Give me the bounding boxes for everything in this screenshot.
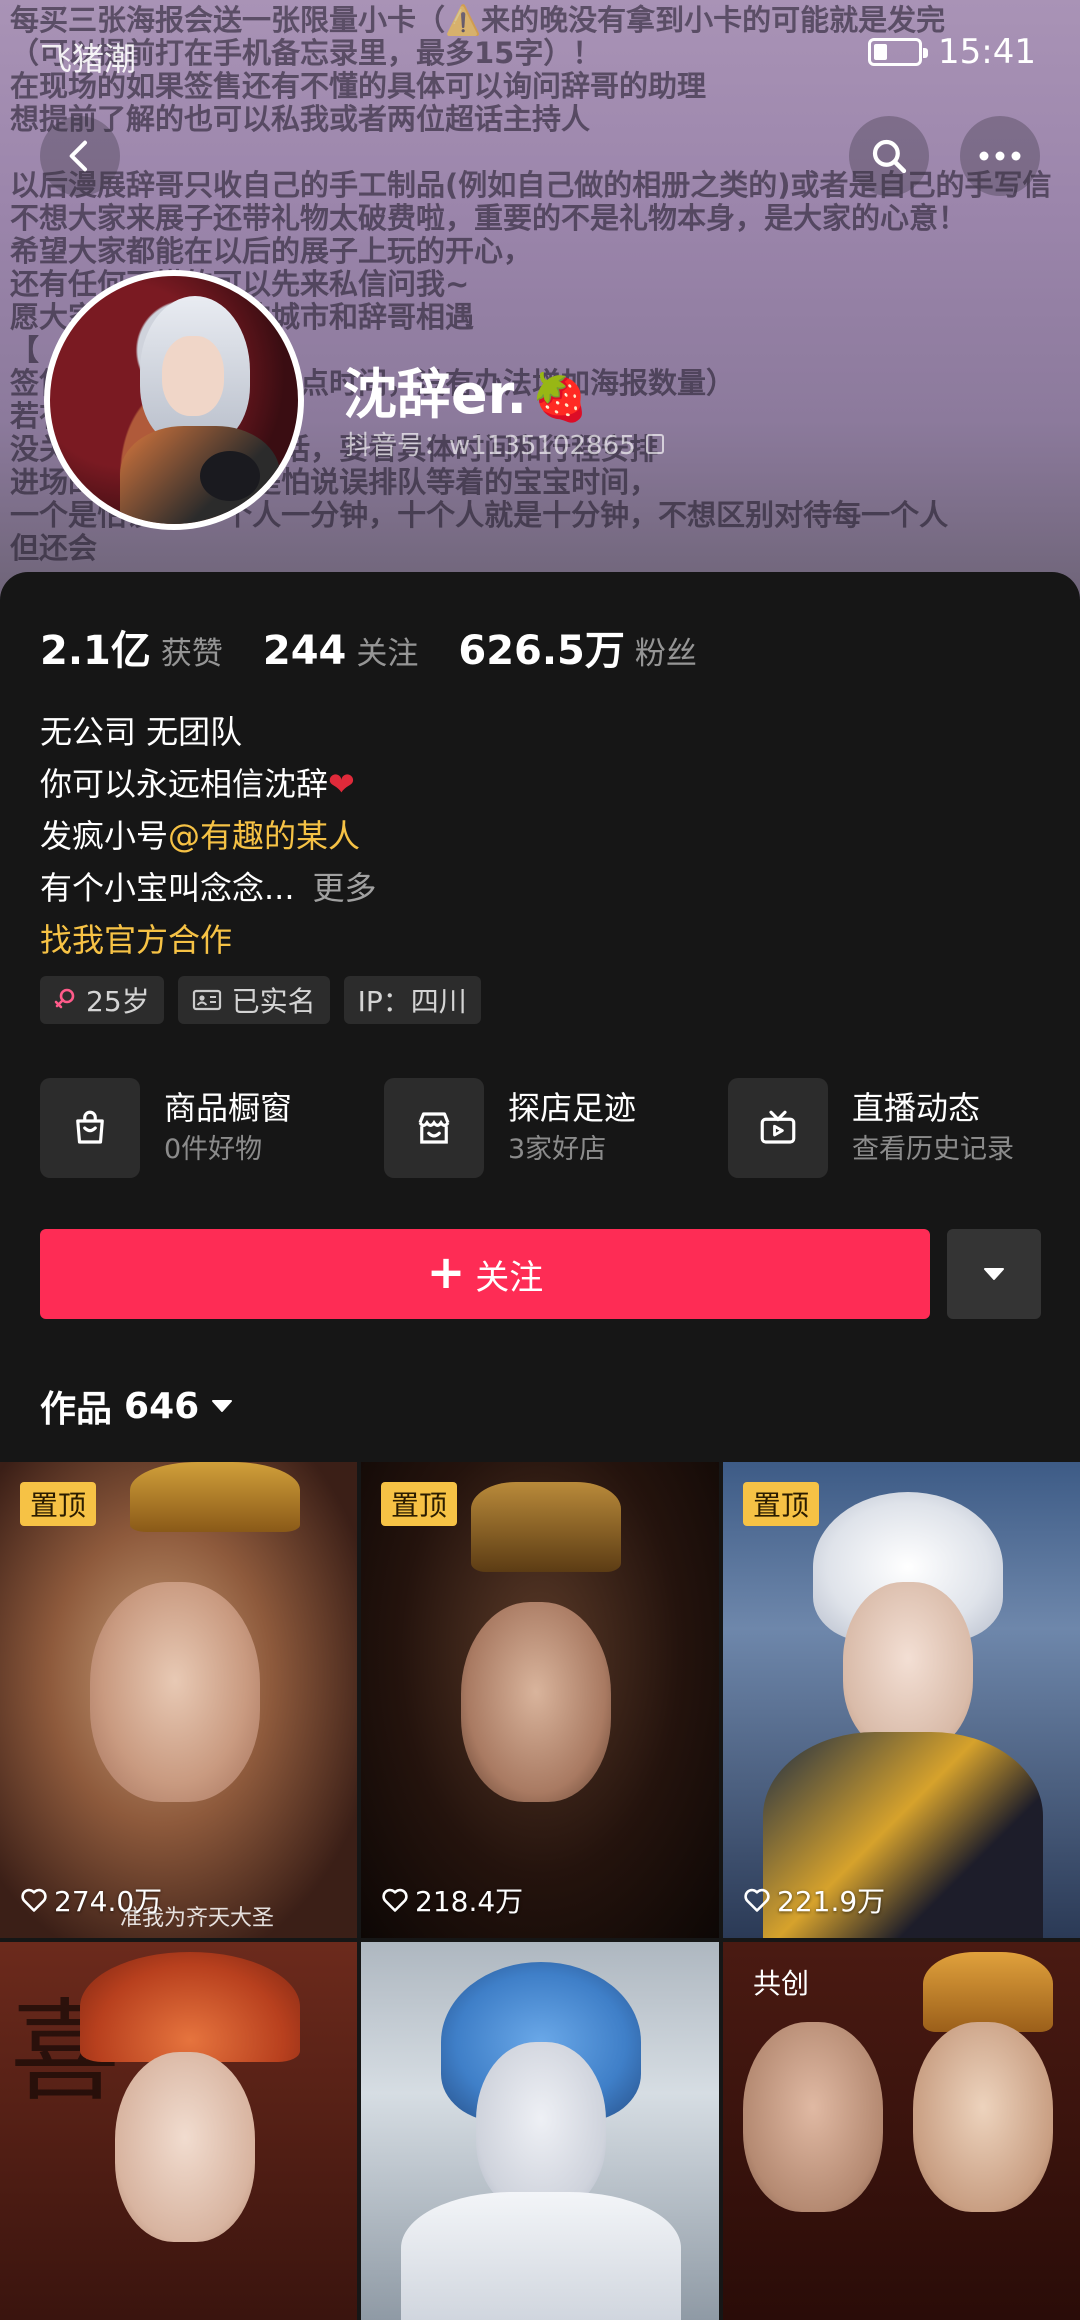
video-likes-count: 221.9万: [777, 1885, 886, 1918]
feature-store-title: 探店足迹: [508, 1089, 637, 1127]
followers-count: 626.5万: [458, 628, 625, 674]
feature-store-subtitle: 3家好店: [508, 1134, 607, 1165]
profile-banner: 每买三张海报会送一张限量小卡（⚠️来的晚没有拿到小卡的可能就是发完 （可以提前打…: [0, 0, 1080, 600]
heart-outline-icon: [382, 1888, 408, 1912]
feature-shop-title: 商品橱窗: [164, 1089, 293, 1127]
bio-line-3-text: 发疯小号: [40, 817, 169, 855]
nickname-text: 沈辞er.: [343, 363, 528, 426]
triangle-down-icon: [212, 1400, 233, 1412]
copy-icon[interactable]: [645, 433, 664, 454]
video-likes-count: 218.4万: [415, 1885, 524, 1918]
female-icon: [54, 988, 75, 1009]
recommend-dropdown-button[interactable]: [947, 1229, 1041, 1319]
bio-line-4-text: 有个小宝叫念念...: [40, 869, 295, 907]
battery-level-fill: [874, 44, 887, 60]
video-likes-count: 274.0万: [54, 1885, 163, 1918]
bio-more-link[interactable]: 更多: [313, 869, 377, 907]
search-icon: [872, 139, 907, 174]
video-thumbnail[interactable]: 置顶 218.4万: [361, 1462, 719, 1938]
tag-verified: 已实名: [177, 976, 330, 1024]
bio-line-4: 有个小宝叫念念... 更多: [40, 862, 377, 914]
works-grid: 置顶 准我为齐天大圣 274.0万 置顶 218.4万 置顶 221.9万 喜: [0, 1462, 1080, 2320]
more-options-button[interactable]: [960, 116, 1040, 196]
video-thumbnail[interactable]: 置顶 221.9万: [723, 1462, 1080, 1938]
tag-age-label: 25岁: [86, 985, 150, 1018]
feature-live-history[interactable]: 直播动态 查看历史记录: [728, 1076, 1014, 1180]
back-button[interactable]: [40, 116, 120, 196]
shopping-bag-icon: [76, 1110, 104, 1144]
video-thumbnail[interactable]: 喜: [0, 1942, 357, 2320]
pinned-badge: 置顶: [20, 1482, 97, 1526]
feature-store-icon-box: [384, 1078, 484, 1178]
video-likes: 221.9万: [743, 1880, 885, 1920]
bio-line-3: 发疯小号@有趣的某人: [40, 810, 377, 862]
feature-live-title: 直播动态: [852, 1089, 981, 1127]
video-likes: 218.4万: [381, 1880, 523, 1920]
plus-icon: +: [426, 1245, 466, 1299]
works-tab[interactable]: 作品 646: [40, 1380, 233, 1432]
followers-stat[interactable]: 626.5万 粉丝: [458, 618, 697, 676]
account-id[interactable]: 抖音号：w1135102865: [345, 425, 664, 462]
tag-age: 25岁: [40, 976, 164, 1024]
video-thumbnail[interactable]: 置顶 准我为齐天大圣 274.0万: [0, 1462, 357, 1938]
bio-line-2-text: 你可以永远相信沈辞: [40, 765, 329, 803]
mention-link[interactable]: @有趣的某人: [168, 817, 360, 855]
avatar[interactable]: [44, 270, 304, 530]
pinned-badge: 置顶: [381, 1482, 458, 1526]
account-id-text: 抖音号：w1135102865: [345, 431, 636, 461]
feature-live-subtitle: 查看历史记录: [852, 1134, 1014, 1165]
following-label: 关注: [356, 636, 419, 672]
video-likes: 274.0万: [20, 1880, 162, 1920]
bio-line-1: 无公司 无团队: [40, 713, 243, 751]
likes-count: 2.1亿: [40, 628, 151, 674]
cocreate-label: 共创: [753, 1967, 810, 2000]
feature-shop-subtitle: 0件好物: [164, 1134, 263, 1165]
works-label: 作品: [40, 1389, 113, 1430]
video-thumbnail[interactable]: [361, 1942, 719, 2320]
tv-icon: [760, 1110, 796, 1144]
more-dots-icon: [979, 151, 1021, 161]
status-carrier: 飞猪潮: [40, 40, 137, 78]
profile-stats: 2.1亿 获赞 244 关注 626.5万 粉丝: [40, 618, 737, 676]
official-cooperation-link[interactable]: 找我官方合作: [40, 914, 377, 966]
store-icon: [418, 1112, 450, 1144]
status-time: 15:41: [938, 32, 1036, 72]
heart-outline-icon: [21, 1888, 47, 1912]
profile-card: 2.1亿 获赞 244 关注 626.5万 粉丝 无公司 无团队 你可以永远相信…: [0, 572, 1080, 1472]
follow-button-label: 关注: [475, 1257, 544, 1298]
status-bar: 飞猪潮 15:41: [0, 0, 1080, 110]
feature-live-icon-box: [728, 1078, 828, 1178]
chevron-left-icon: [69, 140, 87, 172]
strawberry-icon: 🍓: [531, 370, 589, 424]
tag-ip-label: IP：四川: [357, 985, 467, 1018]
heart-icon: ❤: [328, 765, 355, 803]
heart-outline-icon: [744, 1888, 770, 1912]
nickname: 沈辞er.🍓: [343, 350, 588, 429]
feature-store-visits[interactable]: 探店足迹 3家好店: [384, 1076, 636, 1180]
likes-stat[interactable]: 2.1亿 获赞: [40, 618, 223, 676]
tag-ip-location: IP：四川: [343, 976, 481, 1024]
feature-shop-window[interactable]: 商品橱窗 0件好物: [40, 1076, 292, 1180]
followers-label: 粉丝: [634, 636, 697, 672]
likes-label: 获赞: [160, 636, 223, 672]
video-thumbnail[interactable]: 共创: [723, 1942, 1080, 2320]
feature-shop-icon-box: [40, 1078, 140, 1178]
profile-tags: 25岁 已实名 IP：四川: [40, 976, 481, 1024]
bio-line-2: 你可以永远相信沈辞❤: [40, 758, 377, 810]
battery-icon: [868, 38, 928, 66]
bio: 无公司 无团队 你可以永远相信沈辞❤ 发疯小号@有趣的某人 有个小宝叫念念...…: [40, 706, 377, 966]
works-count: 646: [124, 1385, 200, 1427]
search-button[interactable]: [849, 116, 929, 196]
following-stat[interactable]: 244 关注: [263, 628, 419, 674]
pinned-badge: 置顶: [743, 1482, 820, 1526]
following-count: 244: [262, 628, 347, 674]
follow-button[interactable]: + 关注: [40, 1229, 930, 1319]
tag-verified-label: 已实名: [231, 985, 316, 1018]
feature-entries: 商品橱窗 0件好物 探店足迹 3家好店 直播动态 查看历史记录: [40, 1076, 1040, 1180]
id-card-icon: [192, 989, 221, 1011]
triangle-down-icon: [984, 1268, 1004, 1280]
